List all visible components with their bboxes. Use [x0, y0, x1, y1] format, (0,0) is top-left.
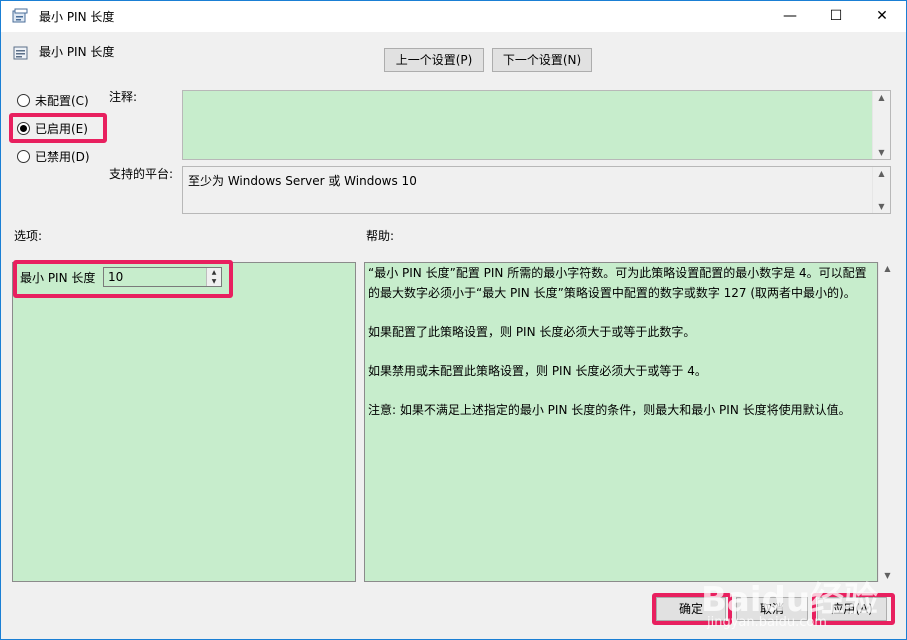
options-label: 选项: — [14, 229, 43, 243]
window-title: 最小 PIN 长度 — [39, 10, 115, 24]
setting-title: 最小 PIN 长度 — [39, 45, 115, 59]
help-paragraph: 如果禁用或未配置此策略设置，则 PIN 长度必须大于或等于 4。 — [368, 364, 707, 378]
platform-label: 支持的平台: — [109, 167, 174, 181]
platform-textarea: 至少为 Windows Server 或 Windows 10 ▲ ▼ — [182, 166, 891, 214]
comment-textarea[interactable]: ▲ ▼ — [182, 90, 891, 160]
baidu-watermark: Baidu经验 — [701, 580, 879, 620]
policy-app-icon — [12, 8, 28, 23]
radio-not-configured[interactable]: 未配置(C) — [17, 92, 89, 109]
scroll-down-icon[interactable]: ▼ — [873, 202, 890, 211]
help-label: 帮助: — [366, 229, 395, 243]
baidu-watermark-url: jingyan.baidu.com — [707, 615, 827, 630]
dialog-client-area: 最小 PIN 长度 上一个设置(P) 下一个设置(N) 未配置(C) 已启用(E… — [1, 32, 906, 639]
help-paragraph: “最小 PIN 长度”配置 PIN 所需的最小字符数。可为此策略设置配置的最小数… — [368, 266, 867, 300]
next-setting-button[interactable]: 下一个设置(N) — [492, 48, 592, 72]
scroll-down-icon[interactable]: ▼ — [873, 148, 890, 157]
minimize-button[interactable]: — — [767, 1, 813, 32]
radio-not-configured-label: 未配置(C) — [35, 94, 89, 108]
close-icon: ✕ — [876, 8, 888, 24]
scroll-up-icon[interactable]: ▲ — [873, 93, 890, 102]
title-bar[interactable]: 最小 PIN 长度 — ☐ ✕ — [1, 1, 906, 32]
scroll-down-icon[interactable]: ▼ — [879, 571, 896, 580]
comment-label: 注释: — [109, 90, 138, 104]
maximize-icon: ☐ — [829, 8, 843, 24]
policy-dialog-window: 最小 PIN 长度 — ☐ ✕ 最小 PIN 长度 上一个设置(P) 下一个设置… — [0, 0, 907, 640]
scroll-up-icon[interactable]: ▲ — [879, 264, 896, 273]
radio-disabled[interactable]: 已禁用(D) — [17, 148, 90, 165]
radio-not-configured-dot[interactable] — [17, 94, 30, 107]
radio-disabled-label: 已禁用(D) — [35, 150, 90, 164]
radio-disabled-dot[interactable] — [17, 150, 30, 163]
help-paragraph: 如果配置了此策略设置，则 PIN 长度必须大于或等于此数字。 — [368, 325, 696, 339]
comment-scrollbar[interactable]: ▲ ▼ — [872, 91, 890, 159]
previous-setting-button[interactable]: 上一个设置(P) — [384, 48, 484, 72]
help-text: “最小 PIN 长度”配置 PIN 所需的最小字符数。可为此策略设置配置的最小数… — [368, 263, 870, 439]
minimize-icon: — — [783, 8, 797, 24]
setting-icon — [13, 46, 28, 60]
maximize-button[interactable]: ☐ — [813, 1, 859, 32]
help-paragraph: 注意: 如果不满足上述指定的最小 PIN 长度的条件，则最大和最小 PIN 长度… — [368, 403, 851, 417]
help-scrollbar[interactable]: ▲ ▼ — [878, 262, 896, 582]
close-button[interactable]: ✕ — [859, 1, 905, 32]
platform-scrollbar[interactable]: ▲ ▼ — [872, 167, 890, 213]
platform-value: 至少为 Windows Server 或 Windows 10 — [188, 174, 417, 188]
scroll-up-icon[interactable]: ▲ — [873, 169, 890, 178]
enabled-highlight-box — [9, 113, 107, 143]
pin-highlight-box — [13, 260, 233, 298]
options-panel — [12, 262, 356, 582]
